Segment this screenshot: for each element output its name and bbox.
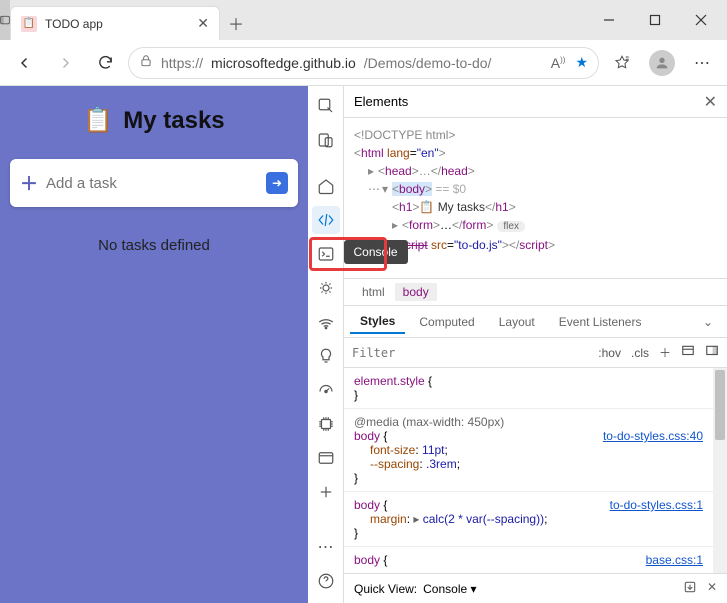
back-button[interactable] [8, 46, 42, 80]
add-task-row: ＋ ➜ [10, 159, 298, 207]
elements-panel-icon[interactable] [312, 206, 340, 234]
tabs-sidebar-toggle[interactable] [0, 0, 10, 40]
sources-panel-icon[interactable] [312, 274, 340, 302]
styles-tabs: Styles Computed Layout Event Listeners ⌄ [344, 306, 727, 338]
browser-tab[interactable]: 📋 TODO app ✕ [10, 6, 220, 40]
rendering-icon[interactable] [705, 344, 719, 361]
tab-title: TODO app [45, 17, 189, 31]
lighthouse-panel-icon[interactable] [312, 342, 340, 370]
doctype-node: <!DOCTYPE html> [354, 128, 455, 142]
clipboard-icon: 📋 [83, 106, 113, 135]
page-title: My tasks [123, 107, 224, 135]
tab-computed[interactable]: Computed [409, 311, 484, 333]
tab-favicon: 📋 [21, 16, 37, 32]
computed-sidebar-icon[interactable] [681, 344, 695, 361]
lock-icon [139, 54, 153, 71]
console-panel-icon[interactable]: Console [312, 240, 340, 268]
plus-icon: ＋ [20, 170, 38, 196]
quick-view-bar: Quick View: Console ▾ ✕ [344, 573, 727, 603]
source-link[interactable]: to-do-styles.css:1 [610, 498, 703, 512]
network-panel-icon[interactable] [312, 308, 340, 336]
devtools-header: Elements ✕ [344, 86, 727, 118]
styles-filter-input[interactable] [352, 346, 588, 360]
styles-pane[interactable]: element.style {} @media (max-width: 450p… [344, 368, 727, 573]
cls-toggle[interactable]: .cls [631, 346, 649, 360]
hov-toggle[interactable]: :hov [598, 346, 621, 360]
forward-button [48, 46, 82, 80]
url-scheme: https:// [161, 55, 203, 71]
submit-task-button[interactable]: ➜ [266, 172, 288, 194]
quickview-label: Quick View: [354, 582, 417, 596]
console-tooltip: Console [344, 240, 408, 264]
devtools-close-icon[interactable]: ✕ [704, 92, 717, 112]
favorites-button[interactable] [605, 46, 639, 80]
tab-event-listeners[interactable]: Event Listeners [549, 311, 652, 333]
read-aloud-icon[interactable]: A)) [551, 55, 566, 71]
more-tools-icon[interactable] [312, 478, 340, 506]
device-toolbar-icon[interactable] [312, 126, 340, 154]
memory-panel-icon[interactable] [312, 410, 340, 438]
refresh-button[interactable] [88, 46, 122, 80]
address-bar[interactable]: https:// microsoftedge.github.io/Demos/de… [128, 47, 599, 79]
profile-button[interactable] [645, 46, 679, 80]
tab-layout[interactable]: Layout [489, 311, 545, 333]
breadcrumb-html[interactable]: html [354, 283, 393, 301]
minimize-button[interactable] [587, 5, 631, 35]
close-window-button[interactable] [679, 5, 723, 35]
empty-state-text: No tasks defined [98, 237, 210, 254]
dom-breadcrumb[interactable]: html body [344, 278, 727, 306]
add-task-input[interactable] [46, 175, 258, 192]
scrollbar-thumb[interactable] [715, 370, 725, 440]
url-path: /Demos/demo-to-do/ [364, 55, 492, 71]
settings-icon[interactable]: ⋯ [312, 533, 340, 561]
tab-styles[interactable]: Styles [350, 310, 405, 334]
new-rule-icon[interactable]: ＋ [659, 344, 671, 361]
new-tab-button[interactable]: ＋ [220, 6, 252, 40]
quickview-dock-icon[interactable] [683, 580, 697, 597]
tabs-overflow-icon[interactable]: ⌄ [695, 315, 721, 329]
performance-panel-icon[interactable] [312, 376, 340, 404]
devtools-activity-bar: Console ⋯ [308, 86, 344, 603]
url-domain: microsoftedge.github.io [211, 55, 356, 71]
favorite-star-icon[interactable]: ★ [575, 54, 588, 71]
quickview-close-icon[interactable]: ✕ [707, 580, 717, 597]
scrollbar[interactable] [713, 368, 727, 573]
breadcrumb-body[interactable]: body [395, 283, 437, 301]
application-panel-icon[interactable] [312, 444, 340, 472]
source-link[interactable]: base.css:1 [646, 553, 703, 567]
tab-close-icon[interactable]: ✕ [197, 15, 209, 32]
panel-title: Elements [354, 94, 408, 109]
quickview-dropdown[interactable]: Console ▾ [423, 582, 476, 596]
menu-button[interactable]: ⋯ [685, 46, 719, 80]
todo-app-page: 📋 My tasks ＋ ➜ No tasks defined [0, 86, 308, 603]
inspect-icon[interactable] [312, 92, 340, 120]
maximize-button[interactable] [633, 5, 677, 35]
source-link[interactable]: to-do-styles.css:40 [603, 429, 703, 443]
welcome-icon[interactable] [312, 172, 340, 200]
help-icon[interactable] [312, 567, 340, 595]
